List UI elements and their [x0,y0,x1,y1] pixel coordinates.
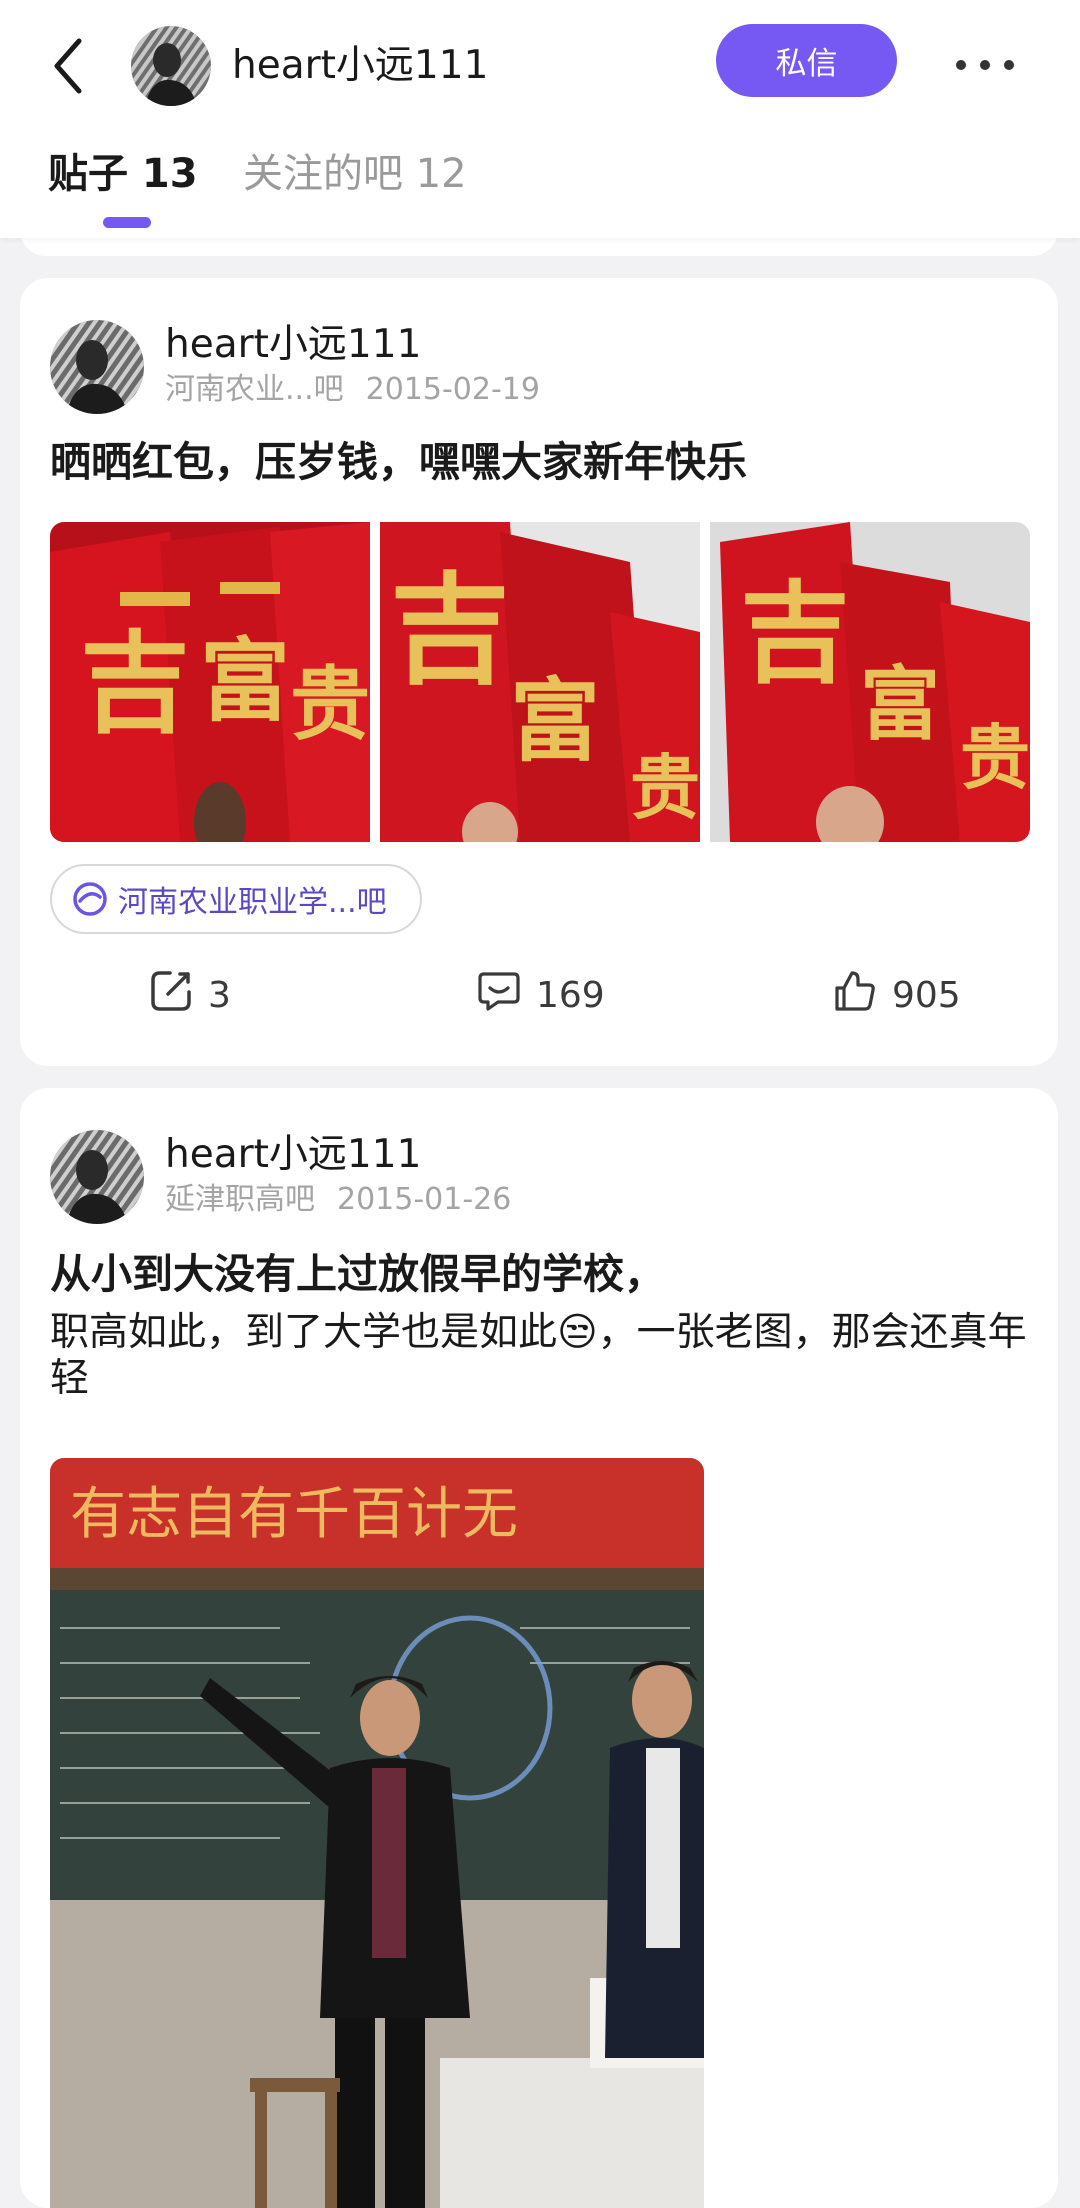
header-username: heart小远111 [232,43,489,88]
post-meta: 延津职高吧 2015-01-26 [165,1180,511,1220]
post-forum[interactable]: 延津职高吧 [165,1182,315,1217]
private-message-button[interactable]: 私信 [716,24,897,97]
post-author[interactable]: heart小远111 [165,320,421,370]
tab-indicator [103,217,151,228]
post-card[interactable]: heart小远111 延津职高吧 2015-01-26 从小到大没有上过放假早的学… [20,1088,1058,2208]
avatar[interactable] [50,320,144,414]
comment-icon [476,968,522,1023]
avatar[interactable] [131,26,211,106]
like-icon [832,968,878,1023]
forum-icon [72,881,108,917]
tab-followed-forums[interactable]: 关注的吧 12 [243,144,467,204]
svg-text:吉: 吉 [390,560,510,701]
svg-text:贵: 贵 [630,746,700,829]
profile-header: heart小远111 私信 贴子 13 关注的吧 12 [0,0,1080,238]
post-card[interactable]: heart小远111 河南农业...吧 2015-02-19 晒晒红包，压岁钱，嘿… [20,278,1058,1066]
svg-text:吉: 吉 [740,569,850,698]
post-title[interactable]: 从小到大没有上过放假早的学校， [50,1246,665,1302]
post-date: 2015-01-26 [337,1182,512,1217]
share-icon [148,968,194,1023]
tab-posts[interactable]: 贴子 13 [48,144,198,204]
post-title[interactable]: 晒晒红包，压岁钱，嘿嘿大家新年快乐 [50,434,747,490]
share-count: 3 [208,975,231,1016]
comment-count: 169 [536,975,605,1016]
svg-text:富: 富 [510,668,600,774]
post-author[interactable]: heart小远111 [165,1130,421,1180]
like-count: 905 [892,975,961,1016]
svg-text:富: 富 [860,657,940,751]
like-button[interactable]: 905 [832,968,961,1023]
avatar[interactable] [50,1130,144,1224]
more-dots-icon[interactable] [950,40,1020,90]
post-meta: 河南农业...吧 2015-02-19 [165,370,540,410]
post-date: 2015-02-19 [365,372,540,407]
svg-text:贵: 贵 [290,657,370,751]
svg-text:吉: 吉 [80,619,190,748]
forum-chip[interactable]: 河南农业职业学...吧 [50,864,422,934]
red-envelopes-photo-3[interactable]: 吉 富 贵 [710,522,1030,842]
forum-chip-label: 河南农业职业学...吧 [118,885,387,920]
red-envelopes-photo-1[interactable]: 吉 富 贵 [50,522,370,842]
svg-text:贵: 贵 [960,716,1030,799]
comment-button[interactable]: 169 [476,968,605,1023]
svg-text:富: 富 [200,628,290,734]
post-forum[interactable]: 河南农业...吧 [165,372,344,407]
svg-text:有志自有千百计无: 有志自有千百计无 [70,1482,518,1547]
share-button[interactable]: 3 [148,968,231,1023]
back-arrow-icon[interactable] [40,28,96,104]
post-body[interactable]: 职高如此，到了大学也是如此😒，一张老图，那会还真年轻 [50,1310,1040,1402]
classroom-photo[interactable]: 有志自有千百计无 [50,1458,704,2208]
red-envelopes-photo-2[interactable]: 吉 富 贵 [380,522,700,842]
